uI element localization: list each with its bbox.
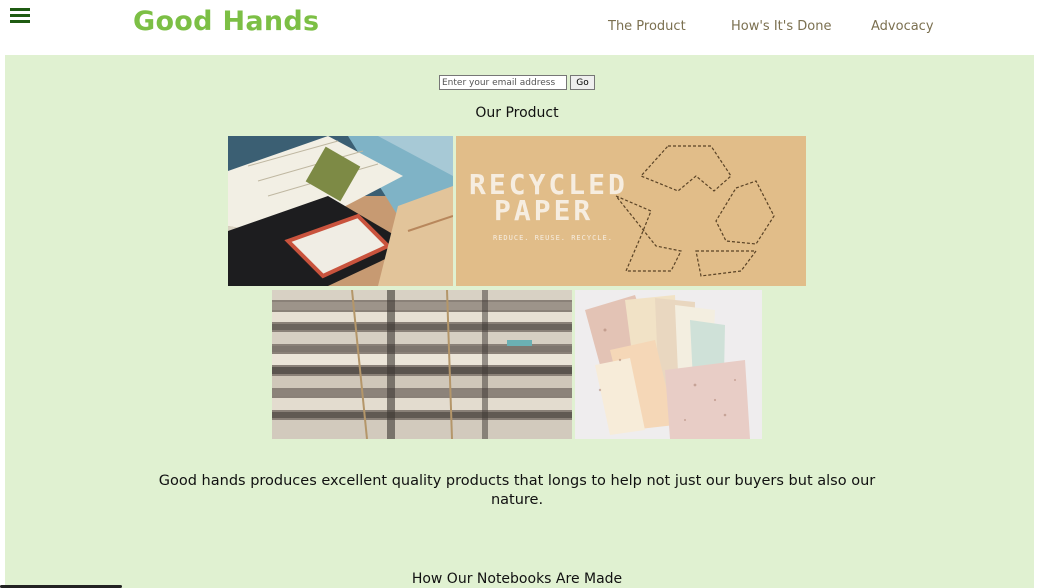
site-header: Good Hands The Product How's It's Done A… bbox=[5, 0, 1034, 55]
hamburger-line bbox=[10, 8, 30, 11]
banner-tagline: REDUCE. REUSE. RECYCLE. bbox=[493, 234, 613, 242]
go-button[interactable]: Go bbox=[570, 75, 595, 90]
banner-line-2: PAPER bbox=[494, 194, 593, 227]
nav-link-hows-its-done[interactable]: How's It's Done bbox=[731, 19, 831, 34]
left-edge bbox=[0, 0, 5, 588]
nav-link-advocacy[interactable]: Advocacy bbox=[871, 19, 934, 34]
recycled-paper-banner: RECYCLED PAPER REDUCE. REUSE. RECYCLE. bbox=[456, 136, 806, 286]
hamburger-line bbox=[10, 20, 30, 23]
email-input[interactable] bbox=[439, 75, 567, 90]
our-product-heading: Our Product bbox=[475, 105, 559, 121]
page: Good Hands The Product How's It's Done A… bbox=[0, 0, 1038, 588]
newspaper-stacks-photo bbox=[272, 290, 572, 439]
hamburger-line bbox=[10, 14, 30, 17]
email-subscribe-form: Go bbox=[439, 75, 595, 91]
right-edge bbox=[1034, 0, 1038, 588]
site-logo[interactable]: Good Hands bbox=[133, 6, 319, 37]
handmade-paper-photo bbox=[575, 290, 762, 439]
how-notebooks-made-heading: How Our Notebooks Are Made bbox=[411, 571, 623, 587]
notebooks-photo bbox=[228, 136, 453, 286]
nav-link-the-product[interactable]: The Product bbox=[608, 19, 686, 34]
hamburger-menu-icon[interactable] bbox=[10, 7, 30, 25]
product-description: Good hands produces excellent quality pr… bbox=[158, 472, 876, 508]
